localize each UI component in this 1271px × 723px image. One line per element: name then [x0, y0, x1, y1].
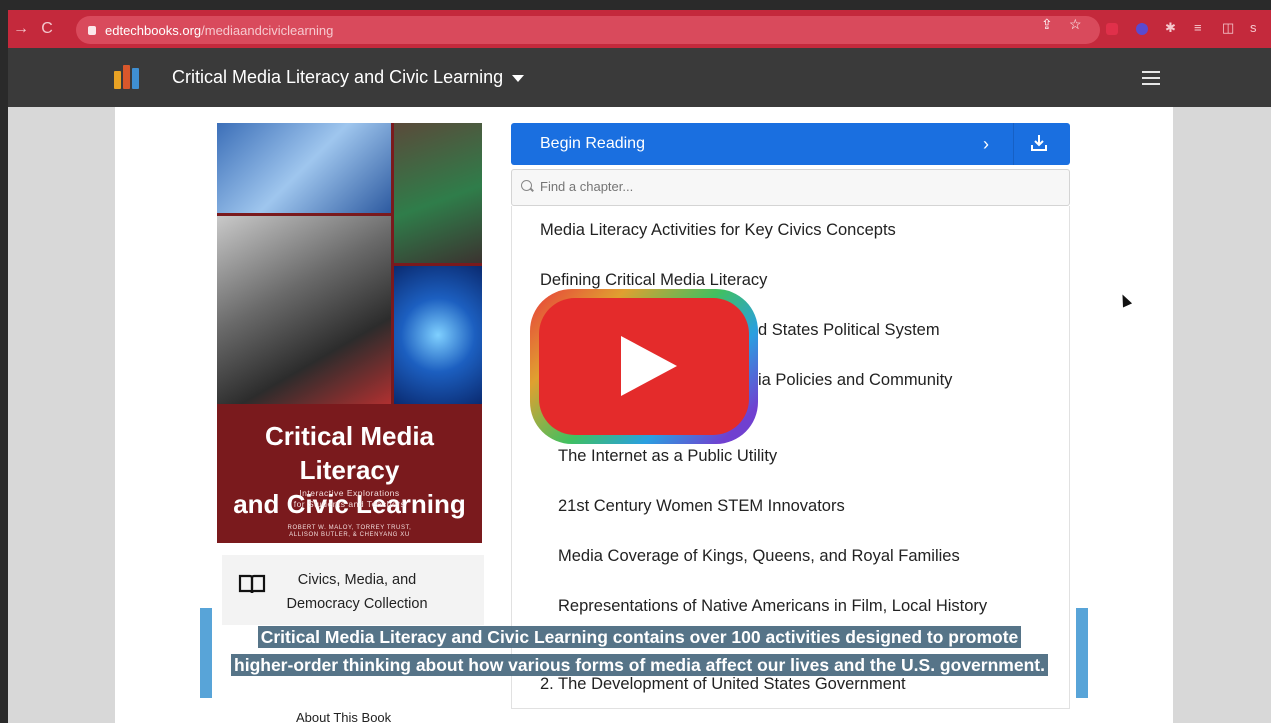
extensions-puzzle-icon[interactable]: ✱	[1165, 20, 1176, 36]
address-bar[interactable]: edtechbooks.org/mediaandciviclearning	[76, 16, 1100, 44]
chapter-row[interactable]: Media Literacy Activities for Key Civics…	[511, 206, 1070, 257]
site-navbar: Critical Media Literacy and Civic Learni…	[8, 48, 1271, 107]
extension-icon[interactable]	[1106, 23, 1118, 35]
button-divider	[1013, 123, 1014, 165]
about-this-book-link[interactable]: About This Book	[296, 710, 391, 723]
cover-authors-line: ROBERT W. MALOY, TORREY TRUST,	[287, 525, 412, 531]
cover-photo-app-icons	[394, 266, 482, 404]
play-icon	[621, 336, 677, 396]
chapter-title: Representations of Native Americans in F…	[558, 597, 988, 615]
chapter-title: Defining Critical Media Literacy	[540, 271, 768, 289]
search-icon	[521, 180, 532, 191]
cover-photo-student	[394, 123, 482, 263]
chapter-row[interactable]: Media Coverage of Kings, Queens, and Roy…	[511, 532, 1070, 583]
navbar-title: Critical Media Literacy and Civic Learni…	[172, 67, 504, 87]
video-play-button[interactable]	[530, 289, 758, 444]
lock-icon	[88, 25, 96, 35]
caption-line: higher-order thinking about how various …	[231, 654, 1048, 676]
url-path: /mediaandciviclearning	[201, 22, 334, 38]
chapter-title: Media Literacy Activities for Key Civics…	[540, 221, 896, 239]
video-frame: → C edtechbooks.org/mediaandciviclearnin…	[8, 10, 1271, 723]
forward-icon[interactable]: →	[8, 20, 34, 38]
cover-photo-camera-crew	[217, 216, 391, 404]
profile-icon[interactable]: s	[1250, 20, 1257, 35]
chevron-right-icon: ›	[983, 134, 989, 154]
chapter-title: ia Policies and Community	[758, 371, 953, 389]
chapter-search-input[interactable]	[540, 179, 990, 194]
cover-authors: ROBERT W. MALOY, TORREY TRUST, ALLISON BU…	[217, 525, 482, 539]
chapter-search-box[interactable]	[511, 169, 1070, 206]
reading-list-icon[interactable]: ≡	[1194, 20, 1202, 35]
share-icon[interactable]: ⇪	[1041, 16, 1053, 33]
side-panel-icon[interactable]: ◫	[1222, 20, 1234, 36]
open-book-icon	[238, 574, 266, 594]
book-menu-dropdown[interactable]: Critical Media Literacy and Civic Learni…	[172, 67, 525, 88]
download-icon[interactable]	[1029, 133, 1049, 153]
cover-subtitle: Interactive Explorations for Students and…	[217, 488, 482, 510]
cover-title-line: Critical Media Literacy	[264, 421, 435, 485]
chapter-title: Media Coverage of Kings, Queens, and Roy…	[558, 547, 960, 565]
cover-photo-keyboard	[217, 123, 391, 213]
collection-label-line: Civics, Media, and	[297, 572, 417, 588]
hamburger-menu-icon[interactable]	[1142, 71, 1160, 89]
video-caption: Critical Media Literacy and Civic Learni…	[8, 623, 1271, 679]
cover-authors-line: ALLISON BUTLER, & CHENYANG XU	[289, 532, 410, 538]
extension-icon[interactable]	[1136, 23, 1148, 35]
play-button-face	[539, 298, 749, 435]
collection-label: Civics, Media, and Democracy Collection	[282, 568, 432, 616]
url-host: edtechbooks.org	[105, 22, 202, 38]
chapter-title: d States Political System	[758, 321, 940, 339]
url-text: edtechbooks.org/mediaandciviclearning	[105, 23, 333, 38]
begin-reading-label: Begin Reading	[540, 135, 645, 152]
caption-line: Critical Media Literacy and Civic Learni…	[257, 626, 1022, 648]
chapter-title: The Internet as a Public Utility	[558, 447, 778, 465]
begin-reading-button[interactable]: Begin Reading ›	[511, 123, 1070, 165]
chapter-row[interactable]: 21st Century Women STEM Innovators	[511, 482, 1070, 533]
cover-subtitle-line: Interactive Explorations	[299, 488, 400, 498]
collection-label-line: Democracy Collection	[286, 596, 428, 612]
collection-link[interactable]: Civics, Media, and Democracy Collection	[222, 555, 484, 625]
cover-subtitle-line: for Students and Teachers	[293, 499, 406, 509]
book-cover[interactable]: Critical Media Literacy and Civic Learnin…	[217, 123, 482, 543]
reload-icon[interactable]: C	[34, 20, 60, 38]
bookmark-star-icon[interactable]: ☆	[1069, 16, 1082, 33]
caret-down-icon	[512, 74, 525, 82]
edtechbooks-logo-icon[interactable]	[114, 65, 140, 89]
chapter-title: 21st Century Women STEM Innovators	[558, 497, 845, 515]
